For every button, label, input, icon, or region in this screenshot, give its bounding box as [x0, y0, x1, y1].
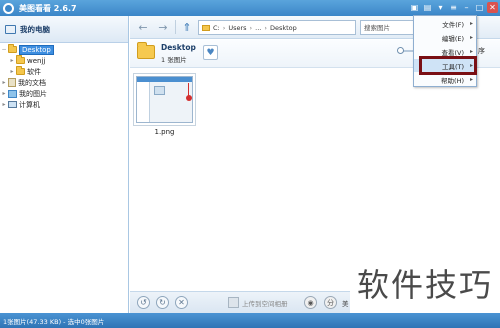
app-title: 美图看看 2.6.7: [19, 3, 77, 13]
back-arrow-icon[interactable]: ←: [136, 20, 150, 34]
delete-icon[interactable]: ✕: [175, 296, 188, 309]
tree-item-label: 软件: [27, 67, 41, 76]
upload-icon[interactable]: [228, 297, 239, 308]
favorite-heart-icon[interactable]: ♥: [203, 45, 218, 60]
minimize-icon[interactable]: –: [461, 2, 472, 13]
thumbnail-preview: [136, 76, 193, 123]
window-controls: ▣ ▤ ▾ ≡ – □ ✕: [409, 2, 498, 13]
tree-item-my-pictures[interactable]: ▸ 我的图片: [0, 88, 128, 99]
folder-icon: [16, 66, 25, 75]
preview-image: [154, 86, 165, 95]
tree-item-computer[interactable]: ▸ 计算机: [0, 99, 128, 110]
breadcrumb-item[interactable]: C:: [213, 24, 220, 32]
menu-icon[interactable]: ≡: [448, 2, 459, 13]
tree-item-label: 我的图片: [19, 89, 47, 98]
screen-icon[interactable]: ▤: [422, 2, 433, 13]
tree-item-label: 计算机: [19, 100, 40, 109]
sort-button[interactable]: 序: [478, 46, 485, 56]
expand-icon[interactable]: ▸: [0, 101, 8, 108]
computer-icon: [5, 24, 16, 34]
close-icon[interactable]: ✕: [487, 2, 498, 13]
folder-icon: [16, 55, 25, 64]
tree-item-label: Desktop: [19, 44, 54, 55]
image-thumbnail[interactable]: [133, 73, 196, 126]
watermark: 软件技巧: [350, 252, 500, 313]
folder-icon: [202, 24, 210, 31]
image-count: 1 张图片: [161, 56, 187, 64]
upload-to-album-button[interactable]: 上传到空间相册: [242, 298, 288, 308]
expand-icon[interactable]: ▸: [8, 68, 16, 75]
thumbnail-filename[interactable]: 1.png: [133, 128, 196, 136]
sidebar: 我的电脑 − Desktop ▸ wenjj ▸ 软件 ▸ 我的文档 ▸ 我的图…: [0, 16, 129, 313]
expand-icon[interactable]: ▸: [0, 79, 8, 86]
folder-tree: − Desktop ▸ wenjj ▸ 软件 ▸ 我的文档 ▸ 我的图片 ▸ 计…: [0, 43, 128, 110]
tree-item-my-documents[interactable]: ▸ 我的文档: [0, 77, 128, 88]
collapse-icon[interactable]: −: [0, 46, 8, 53]
sidebar-header-label: 我的电脑: [20, 24, 50, 34]
annotation-highlight-box: [419, 56, 477, 75]
tree-item-label: 我的文档: [18, 78, 46, 87]
maximize-icon[interactable]: □: [474, 2, 485, 13]
computer-icon: [8, 101, 17, 108]
skin-icon[interactable]: ▾: [435, 2, 446, 13]
forward-arrow-icon[interactable]: →: [156, 20, 170, 34]
tree-item-wenjj[interactable]: ▸ wenjj: [0, 55, 128, 66]
preview-sidebar: [137, 82, 150, 122]
up-folder-icon[interactable]: ⇑: [180, 20, 194, 34]
breadcrumb-separator: ›: [249, 23, 253, 32]
share-label: 美: [342, 300, 349, 308]
breadcrumb-separator: ›: [222, 23, 226, 32]
folder-name: Desktop: [161, 43, 196, 52]
breadcrumb-item[interactable]: Users: [228, 24, 246, 32]
tree-item-label: wenjj: [27, 56, 46, 65]
rotate-right-icon[interactable]: ↻: [156, 296, 169, 309]
preview-marker-dot: [186, 95, 192, 101]
breadcrumb-separator: ›: [264, 23, 267, 32]
main-menu-dropdown: 文件(F) 编辑(E) 查看(V) 工具(T) 帮助(H): [413, 15, 477, 87]
status-bar: 1张图片(47.33 KB) - 选中0张图片: [0, 313, 500, 328]
expand-icon[interactable]: ▸: [8, 57, 16, 64]
breadcrumb-item[interactable]: ...: [255, 24, 261, 32]
document-icon: [8, 78, 16, 87]
menu-item-file[interactable]: 文件(F): [414, 17, 476, 30]
expand-icon[interactable]: ▸: [0, 90, 8, 97]
tree-item-software[interactable]: ▸ 软件: [0, 66, 128, 77]
folder-icon: [8, 44, 17, 53]
share-icon[interactable]: 分: [324, 296, 337, 309]
status-text: 1张图片(47.33 KB) - 选中0张图片: [3, 317, 105, 326]
slider-handle[interactable]: [397, 47, 404, 54]
breadcrumb-item[interactable]: Desktop: [270, 24, 297, 32]
app-logo-icon: [3, 2, 14, 14]
rotate-left-icon[interactable]: ↺: [137, 296, 150, 309]
title-bar: 美图看看 2.6.7 ▣ ▤ ▾ ≡ – □ ✕: [0, 0, 500, 16]
address-bar[interactable]: C: › Users › ... › Desktop: [198, 20, 356, 35]
search-input[interactable]: [360, 20, 420, 35]
weibo-icon[interactable]: ◉: [304, 296, 317, 309]
menu-item-edit[interactable]: 编辑(E): [414, 31, 476, 44]
chat-icon[interactable]: ▣: [409, 2, 420, 13]
toolbar-divider: [175, 20, 176, 34]
folder-icon: [137, 42, 155, 59]
pictures-icon: [8, 89, 17, 98]
tree-item-desktop[interactable]: − Desktop: [0, 44, 128, 55]
sidebar-header[interactable]: 我的电脑: [0, 16, 128, 43]
